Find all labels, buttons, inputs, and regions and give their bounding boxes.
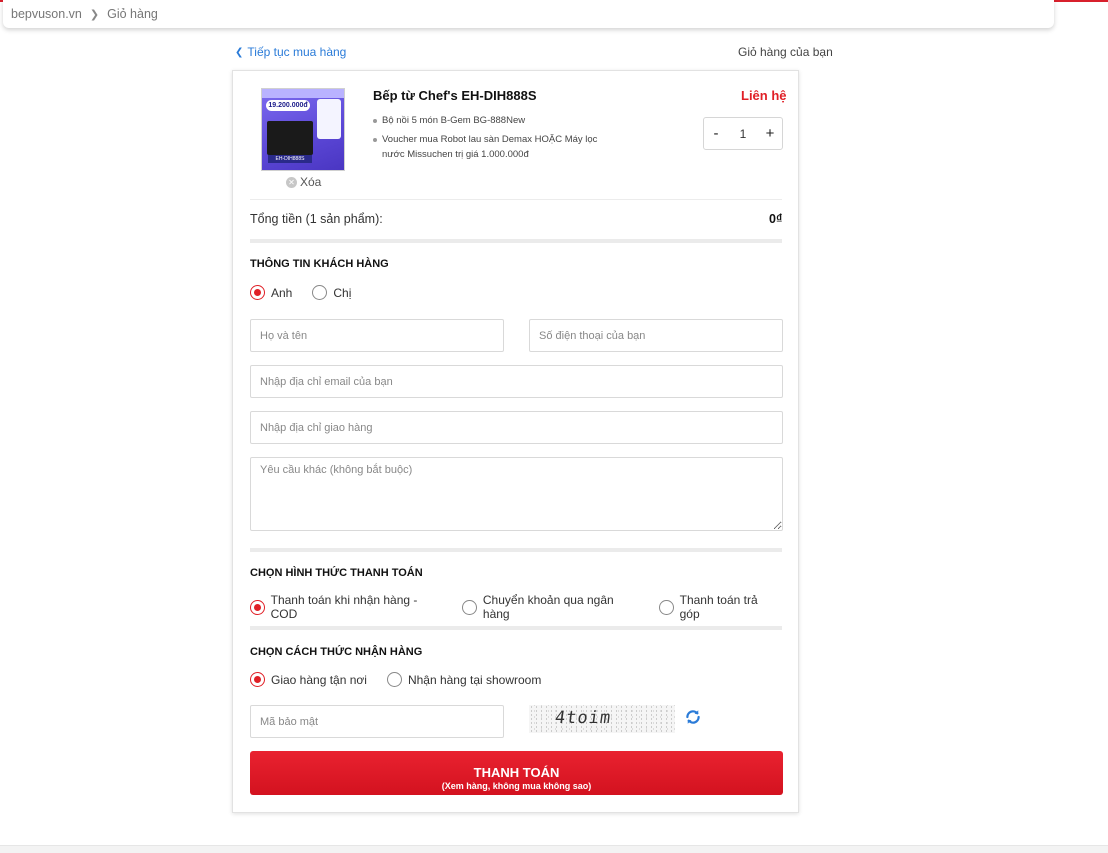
section-divider — [250, 626, 782, 630]
name-field[interactable] — [250, 319, 504, 352]
gender-label-anh: Anh — [271, 285, 293, 300]
checkout-sub-label: (Xem hàng, không mua không sao) — [441, 780, 592, 791]
breadcrumb: bepvuson.vn ❯ Giỏ hàng — [3, 0, 1054, 28]
decrease-quantity-button[interactable]: - — [704, 125, 728, 142]
radio-unchecked-icon — [462, 599, 477, 615]
captcha-field[interactable] — [250, 705, 504, 738]
continue-shopping-link[interactable]: ❮ Tiếp tục mua hàng — [235, 45, 346, 59]
checkout-label: THANH TOÁN — [473, 764, 560, 780]
radio-unchecked-icon — [659, 599, 674, 615]
radio-unchecked-icon — [386, 672, 402, 687]
note-textarea[interactable] — [250, 457, 783, 531]
captcha-image: 4toim — [529, 705, 675, 733]
payment-radio-installment[interactable]: Thanh toán trả góp — [659, 593, 778, 621]
increase-quantity-button[interactable]: + — [758, 125, 782, 142]
refresh-icon[interactable] — [684, 708, 702, 726]
payment-label-bank-transfer: Chuyển khoản qua ngân hàng — [482, 593, 614, 621]
gender-radio-chi[interactable]: Chị — [312, 285, 351, 300]
product-image-price: 19.200.000đ — [266, 100, 310, 111]
product-image-model: EH-DIH888S — [268, 155, 312, 163]
product-image-gift-badge — [317, 99, 341, 139]
chevron-right-icon: ❯ — [89, 8, 100, 21]
gender-radio-anh[interactable]: Anh — [250, 285, 292, 300]
price-label: Liên hệ — [741, 88, 787, 103]
delivery-radio-group: Giao hàng tận nơi Nhận hàng tại showroom — [250, 672, 561, 687]
delivery-label-showroom: Nhận hàng tại showroom — [407, 672, 542, 687]
section-divider — [250, 239, 782, 243]
cart-title: Giỏ hàng của bạn — [738, 45, 833, 59]
gift-item: Voucher mua Robot lau sàn Demax HOẶC Máy… — [373, 132, 598, 162]
total-label: Tổng tiền (1 sản phẩm): — [250, 212, 383, 226]
delivery-radio-home[interactable]: Giao hàng tận nơi — [250, 672, 367, 687]
remove-item-button[interactable]: ✕ Xóa — [286, 175, 321, 189]
captcha-code: 4toim — [553, 708, 613, 728]
payment-label-cod: Thanh toán khi nhận hàng - COD — [270, 593, 418, 621]
divider — [250, 199, 782, 200]
payment-radio-cod[interactable]: Thanh toán khi nhận hàng - COD — [250, 593, 442, 621]
payment-method-title: CHỌN HÌNH THỨC THANH TOÁN — [250, 567, 423, 579]
remove-label: Xóa — [300, 175, 322, 189]
quantity-value[interactable]: 1 — [740, 127, 747, 141]
delivery-label-home: Giao hàng tận nơi — [271, 672, 367, 687]
chevron-left-icon: ❮ — [235, 46, 244, 58]
gender-label-chi: Chị — [333, 285, 352, 300]
close-icon: ✕ — [286, 176, 297, 188]
product-image[interactable]: 19.200.000đ EH-DIH888S — [261, 88, 345, 171]
cart-card: 19.200.000đ EH-DIH888S ✕ Xóa Bếp từ Chef… — [232, 70, 799, 813]
payment-radio-group: Thanh toán khi nhận hàng - COD Chuyển kh… — [250, 593, 798, 621]
radio-unchecked-icon — [312, 285, 328, 300]
delivery-method-title: CHỌN CÁCH THỨC NHẬN HÀNG — [250, 646, 423, 658]
gender-radio-group: Anh Chị — [250, 285, 371, 300]
gift-list: Bộ nồi 5 món B-Gem BG-888New Voucher mua… — [373, 113, 598, 166]
radio-checked-icon — [250, 599, 265, 615]
address-field[interactable] — [250, 411, 783, 444]
product-name[interactable]: Bếp từ Chef's EH-DIH888S — [373, 88, 536, 103]
email-field[interactable] — [250, 365, 783, 398]
footer-strip — [0, 845, 1108, 853]
continue-shopping-label: Tiếp tục mua hàng — [247, 45, 347, 59]
gift-item: Bộ nồi 5 món B-Gem BG-888New — [373, 113, 598, 128]
product-image-banner — [262, 89, 344, 98]
radio-checked-icon — [250, 285, 265, 300]
delivery-radio-showroom[interactable]: Nhận hàng tại showroom — [386, 672, 542, 687]
phone-field[interactable] — [529, 319, 783, 352]
product-image-hob — [267, 121, 313, 155]
checkout-button[interactable]: THANH TOÁN (Xem hàng, không mua không sa… — [250, 751, 783, 795]
breadcrumb-current: Giỏ hàng — [107, 7, 158, 21]
breadcrumb-home-link[interactable]: bepvuson.vn — [11, 7, 82, 21]
radio-checked-icon — [250, 672, 265, 687]
payment-radio-bank-transfer[interactable]: Chuyển khoản qua ngân hàng — [462, 593, 639, 621]
section-divider — [250, 548, 782, 552]
customer-info-title: THÔNG TIN KHÁCH HÀNG — [250, 258, 389, 270]
quantity-stepper: - 1 + — [703, 117, 783, 150]
payment-label-installment: Thanh toán trả góp — [679, 593, 758, 621]
total-value: 0₫ — [769, 212, 783, 226]
